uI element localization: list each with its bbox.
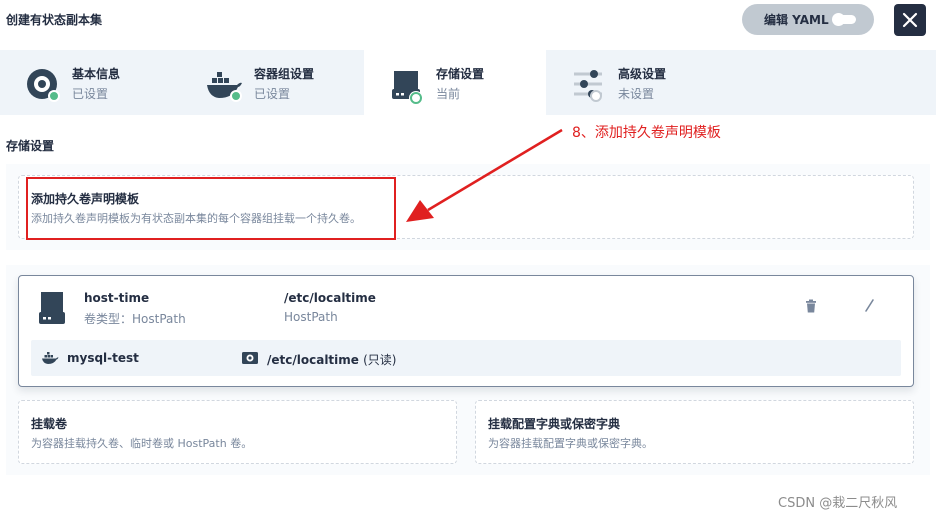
edit-yaml-label: 编辑 YAML [764,13,829,27]
card-description: 为容器挂载持久卷、临时卷或 HostPath 卷。 [31,437,253,450]
volume-mount-path: /etc/localtime [284,291,376,305]
storage-disk-icon [39,292,65,324]
tab-title: 存储设置 [436,67,485,81]
tab-container-settings[interactable]: 容器组设置 已设置 [182,50,364,115]
section-title: 存储设置 [6,139,55,153]
container-mount-path: /etc/localtime (只读) [267,351,397,368]
edit-volume-button[interactable] [861,298,877,314]
container-name: mysql-test [67,351,139,365]
status-pending-icon [590,90,602,102]
tab-status: 已设置 [254,87,291,101]
tab-title: 容器组设置 [254,67,315,81]
annotation-highlight-box [26,177,396,240]
container-mount-path-text: /etc/localtime [267,353,359,367]
toggle-switch-icon [832,13,856,26]
edit-yaml-toggle[interactable]: 编辑 YAML [742,4,874,35]
volume-name: host-time [84,291,150,305]
status-current-icon [410,92,422,104]
tab-advanced-settings[interactable]: 高级设置 未设置 [546,50,728,115]
dialog-title: 创建有状态副本集 [6,13,103,27]
step-tabs: 基本信息 已设置 容器组设置 已设置 存储设置 当前 高级设置 未设置 [0,50,936,115]
tab-basic-info[interactable]: 基本信息 已设置 [0,50,182,115]
pencil-icon [865,299,874,312]
mount-volume-card[interactable]: 挂载卷 为容器挂载持久卷、临时卷或 HostPath 卷。 [18,400,457,464]
card-title: 挂载配置字典或保密字典 [488,417,621,431]
watermark: CSDN @栽二尺秋风 [778,496,898,511]
sliders-icon [574,70,602,98]
status-done-icon [48,90,60,102]
tab-status: 当前 [436,87,461,101]
mount-config-secret-card[interactable]: 挂载配置字典或保密字典 为容器挂载配置字典或保密字典。 [475,400,914,464]
tab-title: 基本信息 [72,67,121,81]
card-description: 为容器挂载配置字典或保密字典。 [488,437,653,450]
trash-icon [806,299,816,313]
status-done-icon [230,90,242,102]
tab-status: 未设置 [618,87,655,101]
tab-storage-settings[interactable]: 存储设置 当前 [364,50,546,115]
mount-point-icon [242,352,258,364]
tab-title: 高级设置 [618,67,667,81]
delete-volume-button[interactable] [803,298,819,314]
dialog-header: 创建有状态副本集 编辑 YAML [0,0,936,50]
volume-item-card: host-time 卷类型：HostPath /etc/localtime Ho… [18,275,914,387]
close-button[interactable] [894,4,926,36]
readonly-label: (只读) [363,353,397,367]
card-title: 挂载卷 [31,417,68,431]
container-mount-row: mysql-test /etc/localtime (只读) [31,340,901,376]
docker-whale-icon [42,352,59,364]
tab-status: 已设置 [72,87,109,101]
volume-mount-type: HostPath [284,310,338,324]
volume-type: 卷类型：HostPath [84,312,186,326]
annotation-text: 8、添加持久卷声明模板 [572,125,721,141]
close-icon [902,12,918,28]
